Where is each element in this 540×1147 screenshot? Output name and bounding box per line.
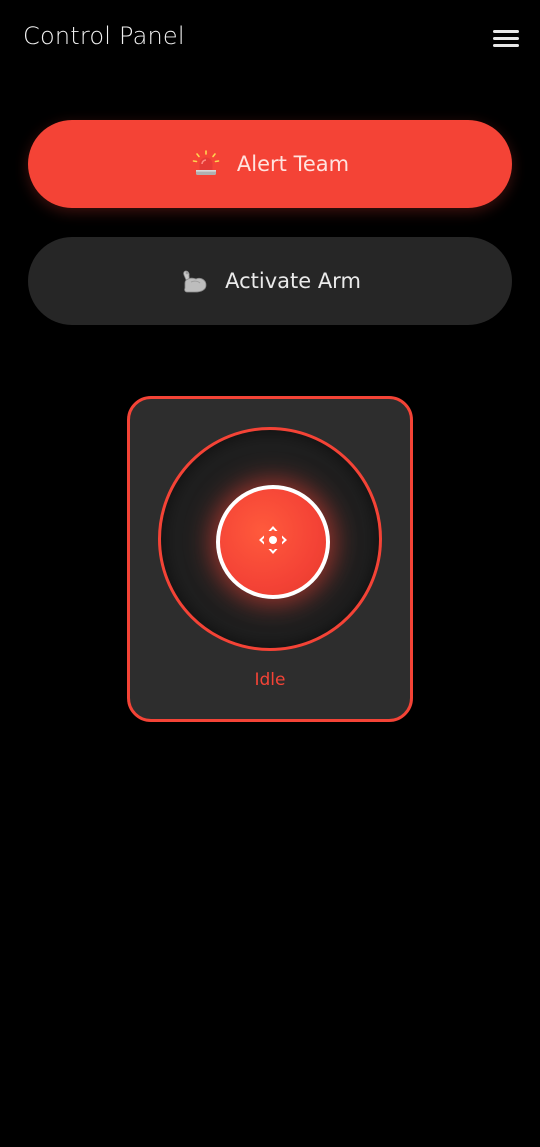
joystick-knob[interactable]: [216, 485, 330, 599]
alert-team-button[interactable]: Alert Team: [28, 120, 512, 208]
move-arrows-icon: [253, 520, 293, 564]
joystick-status: Idle: [254, 670, 286, 690]
activate-arm-button[interactable]: Activate Arm: [28, 237, 512, 325]
joystick-card: Idle: [127, 396, 413, 722]
alert-team-label: Alert Team: [236, 152, 350, 176]
hamburger-menu-icon[interactable]: [490, 27, 522, 51]
app-header: Control Panel: [0, 0, 540, 80]
page-title: Control Panel: [23, 22, 185, 50]
menu-line: [493, 37, 519, 40]
menu-line: [493, 30, 519, 33]
joystick-ring[interactable]: [158, 427, 382, 651]
menu-line: [493, 44, 519, 47]
activate-arm-label: Activate Arm: [225, 269, 361, 293]
siren-icon: [191, 149, 221, 179]
flexed-arm-icon: [179, 266, 209, 296]
